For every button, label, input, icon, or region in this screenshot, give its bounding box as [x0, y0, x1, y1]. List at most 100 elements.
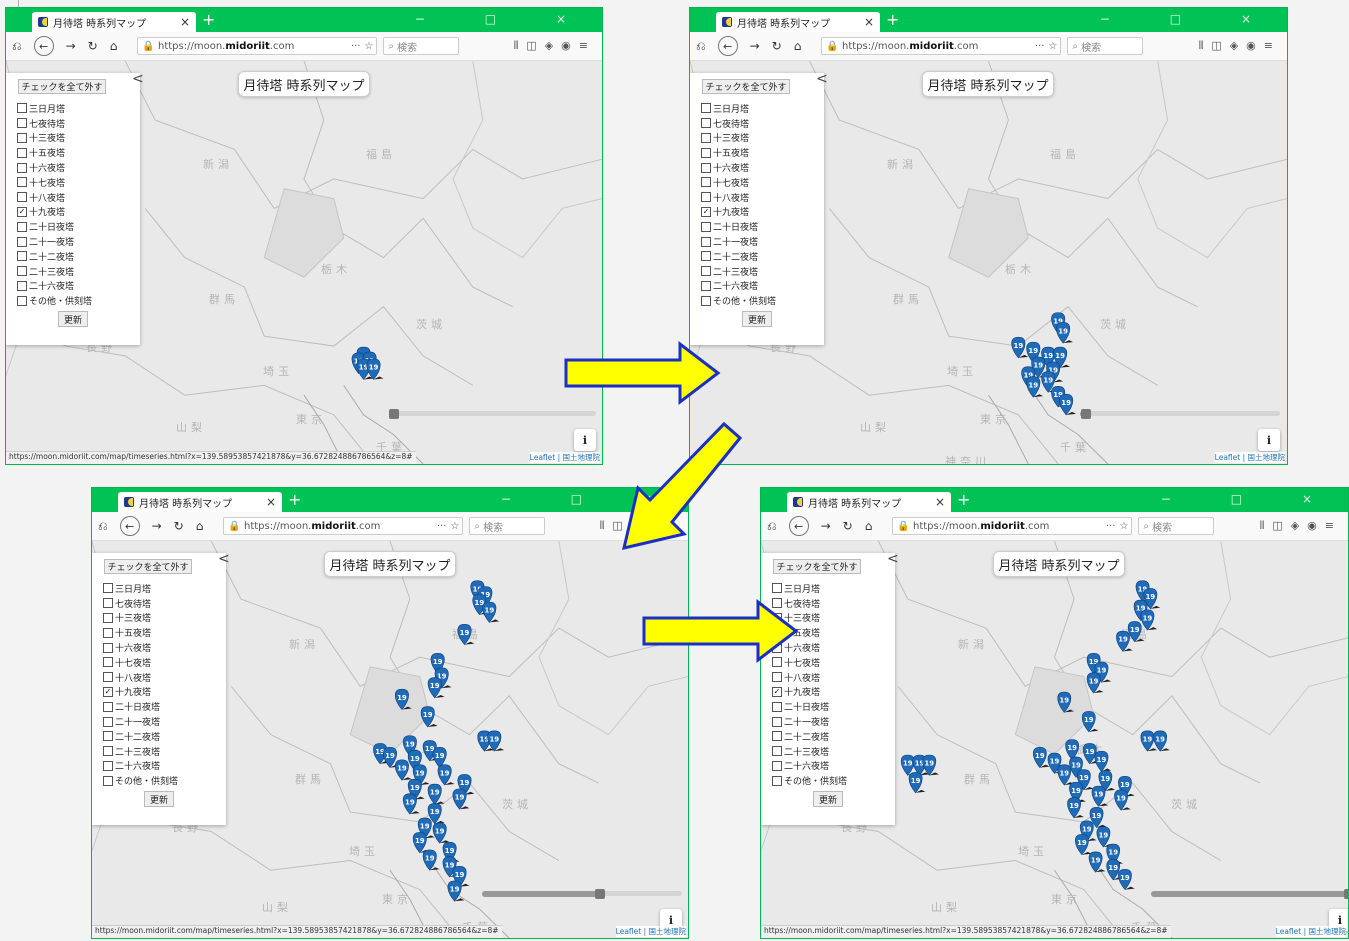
forward-button[interactable]: →: [821, 519, 831, 533]
checkbox[interactable]: [17, 162, 27, 173]
checkbox[interactable]: [701, 295, 711, 306]
checklist-item[interactable]: 十七夜塔: [103, 655, 178, 670]
window-controls[interactable]: − □ ×: [415, 12, 594, 26]
history-icon[interactable]: ⎌: [12, 39, 22, 54]
reload-button[interactable]: ↻: [772, 39, 782, 53]
collapse-panel-icon[interactable]: <: [887, 551, 899, 567]
checkbox[interactable]: [772, 731, 782, 742]
checklist-item[interactable]: 二十六夜塔: [103, 759, 178, 774]
checkbox[interactable]: [103, 583, 113, 594]
checkbox[interactable]: [103, 642, 113, 653]
info-button[interactable]: i: [1258, 429, 1280, 451]
search-input[interactable]: ⌕ 検索: [1067, 37, 1144, 55]
checkbox[interactable]: [17, 221, 27, 232]
checklist-item[interactable]: 二十二夜塔: [17, 249, 92, 264]
browser-tab[interactable]: 月待塔 時系列マップ ×: [787, 492, 951, 512]
timeline-slider-handle[interactable]: [1081, 409, 1091, 419]
checkbox[interactable]: [17, 177, 27, 188]
checklist-item[interactable]: ✓ 十九夜塔: [772, 685, 847, 700]
checklist-item[interactable]: 二十六夜塔: [772, 759, 847, 774]
checkbox[interactable]: ✓: [103, 686, 113, 697]
search-input[interactable]: ⌕ 検索: [383, 37, 460, 55]
checklist-item[interactable]: 二十六夜塔: [701, 279, 776, 294]
checkbox[interactable]: [772, 672, 782, 683]
timeline-slider-track[interactable]: [1080, 411, 1280, 416]
window-controls[interactable]: − □ ×: [1161, 492, 1340, 506]
checkbox[interactable]: [701, 236, 711, 247]
checklist-item[interactable]: 十三夜塔: [17, 131, 92, 146]
checkbox[interactable]: [103, 612, 113, 623]
checkbox[interactable]: [103, 627, 113, 638]
map-view[interactable]: 新潟 福島 栃木 群馬 茨城 埼玉 東京 山梨 千葉 神奈川 長野 191919…: [761, 541, 1348, 938]
checkbox[interactable]: [772, 583, 782, 594]
update-button[interactable]: 更新: [813, 791, 843, 807]
checklist-item[interactable]: 二十日夜塔: [17, 219, 92, 234]
menu-icons[interactable]: ⫴◫◈◉≡: [514, 39, 596, 53]
checkbox[interactable]: [701, 221, 711, 232]
collapse-panel-icon[interactable]: <: [218, 551, 230, 567]
timeline-slider-handle[interactable]: [595, 889, 605, 899]
checklist-item[interactable]: 二十一夜塔: [701, 234, 776, 249]
checklist-item[interactable]: 七夜待塔: [103, 596, 178, 611]
update-button[interactable]: 更新: [144, 791, 174, 807]
new-tab-button[interactable]: +: [886, 10, 899, 29]
checklist-item[interactable]: 十三夜塔: [103, 611, 178, 626]
checklist-item[interactable]: その他・供刻塔: [772, 773, 847, 788]
checklist-item[interactable]: 十七夜塔: [17, 175, 92, 190]
checkbox[interactable]: [701, 192, 711, 203]
checklist-item[interactable]: 二十三夜塔: [772, 744, 847, 759]
checklist-item[interactable]: 十六夜塔: [701, 160, 776, 175]
checkbox[interactable]: [772, 701, 782, 712]
checklist-item[interactable]: 十五夜塔: [17, 145, 92, 160]
new-tab-button[interactable]: +: [957, 490, 970, 509]
checklist-item[interactable]: 三日月塔: [701, 101, 776, 116]
address-bar[interactable]: 🔒 https://moon. midoriit .com ··· ☆: [821, 37, 1062, 55]
checklist-item[interactable]: 三日月塔: [772, 581, 847, 596]
checklist-item[interactable]: 二十日夜塔: [701, 219, 776, 234]
checklist-item[interactable]: 二十二夜塔: [103, 729, 178, 744]
forward-button[interactable]: →: [152, 519, 162, 533]
checkbox[interactable]: [701, 280, 711, 291]
checklist-item[interactable]: 二十三夜塔: [701, 264, 776, 279]
checklist-item[interactable]: 十八夜塔: [772, 670, 847, 685]
checkbox[interactable]: [701, 266, 711, 277]
uncheck-all-button[interactable]: チェックを全て外す: [773, 559, 861, 574]
uncheck-all-button[interactable]: チェックを全て外す: [18, 79, 106, 94]
checklist-item[interactable]: 七夜待塔: [701, 116, 776, 131]
checklist-item[interactable]: 二十二夜塔: [772, 729, 847, 744]
reload-button[interactable]: ↻: [174, 519, 184, 533]
collapse-panel-icon[interactable]: <: [132, 71, 144, 87]
checklist-item[interactable]: 三日月塔: [17, 101, 92, 116]
map-view[interactable]: 新潟 福島 栃木 群馬 茨城 埼玉 東京 山梨 千葉 神奈川 長野 191919…: [690, 61, 1287, 464]
tab-close-icon[interactable]: ×: [180, 15, 190, 29]
reload-button[interactable]: ↻: [88, 39, 98, 53]
checkbox[interactable]: ✓: [772, 686, 782, 697]
map-attribution[interactable]: Leaflet | 国土地理院: [529, 452, 600, 463]
checkbox[interactable]: [17, 118, 27, 129]
map-attribution[interactable]: Leaflet | 国土地理院: [615, 926, 686, 937]
checkbox[interactable]: [17, 147, 27, 158]
checkbox[interactable]: [772, 716, 782, 727]
checkbox[interactable]: [772, 760, 782, 771]
home-button[interactable]: ⌂: [794, 39, 802, 53]
browser-tab[interactable]: 月待塔 時系列マップ ×: [118, 492, 282, 512]
checklist-item[interactable]: 二十三夜塔: [17, 264, 92, 279]
forward-button[interactable]: →: [66, 39, 76, 53]
page-actions-icon[interactable]: ···: [1106, 521, 1116, 532]
checklist-item[interactable]: その他・供刻塔: [103, 773, 178, 788]
address-bar[interactable]: 🔒 https://moon. midoriit .com ··· ☆: [137, 37, 378, 55]
checklist-item[interactable]: 二十一夜塔: [103, 714, 178, 729]
checkbox[interactable]: [17, 192, 27, 203]
search-input[interactable]: ⌕ 検索: [469, 517, 546, 535]
checklist-item[interactable]: 十六夜塔: [103, 640, 178, 655]
checkbox[interactable]: [17, 103, 27, 114]
update-button[interactable]: 更新: [58, 311, 88, 327]
checkbox[interactable]: [772, 746, 782, 757]
checklist-item[interactable]: 二十二夜塔: [701, 249, 776, 264]
menu-icons[interactable]: ⫴◫◈◉≡: [1260, 519, 1342, 533]
checkbox[interactable]: [103, 701, 113, 712]
checklist-item[interactable]: 十三夜塔: [701, 131, 776, 146]
browser-tab[interactable]: 月待塔 時系列マップ ×: [32, 12, 196, 32]
checkbox[interactable]: [17, 251, 27, 262]
back-button[interactable]: ←: [119, 516, 140, 536]
